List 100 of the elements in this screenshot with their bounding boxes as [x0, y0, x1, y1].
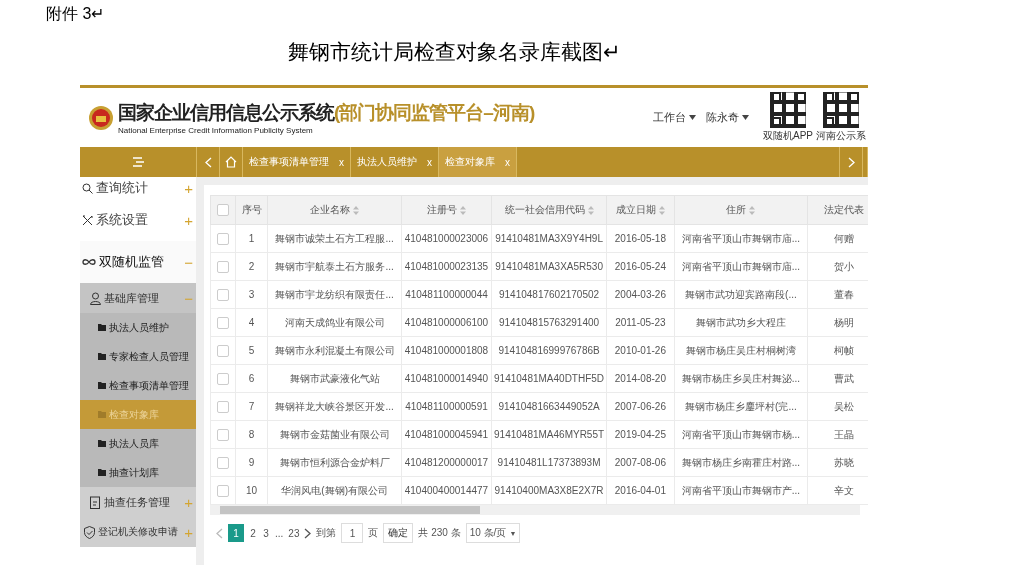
previous-page-button[interactable] — [216, 527, 223, 539]
checkbox[interactable] — [216, 484, 229, 497]
table-cell: 8 — [235, 420, 268, 449]
table-cell: 舞钢祥龙大峡谷景区开发... — [267, 392, 402, 421]
table-cell: 舞钢市武豪液化气站 — [267, 364, 402, 393]
table-cell: 2016-04-01 — [606, 476, 675, 505]
table-cell: 4 — [235, 308, 268, 337]
table-cell: 91410481MA46MYR55T — [491, 420, 607, 449]
column-header[interactable]: 成立日期 — [606, 195, 675, 225]
table-cell: 914104815763291400 — [491, 308, 607, 337]
table-cell: 91410481699976786B — [491, 336, 607, 365]
table-cell: 华润风电(舞钢)有限公司 — [267, 476, 402, 505]
table-cell: 10 — [235, 476, 268, 505]
sort-icon[interactable] — [459, 205, 466, 215]
page-input[interactable]: 1 — [341, 523, 364, 543]
table-cell: 410481000014940 — [401, 364, 492, 393]
checkbox[interactable] — [216, 288, 229, 301]
qr-code-icon — [770, 92, 806, 128]
table-cell: 舞钢市恒利源合金炉料厂 — [267, 448, 402, 477]
menu-icon[interactable] — [132, 157, 144, 167]
sidebar-item[interactable]: 登记机关修改申请 + — [80, 517, 196, 547]
table-cell: 410481000023135 — [401, 252, 492, 281]
sort-icon[interactable] — [749, 205, 756, 215]
table-cell: 9 — [235, 448, 268, 477]
checkbox[interactable] — [216, 456, 229, 469]
table-cell: 河南省平顶山市舞钢市杨... — [674, 420, 808, 449]
page-link[interactable]: ... — [275, 524, 284, 542]
checkbox[interactable] — [216, 232, 229, 245]
checkbox[interactable] — [216, 428, 229, 441]
horizontal-scrollbar[interactable] — [210, 505, 860, 515]
table-cell: 410481100000591 — [401, 392, 492, 421]
sidebar-item[interactable]: 抽查任务管理 + — [80, 487, 196, 517]
column-header[interactable]: 住所 — [674, 195, 808, 225]
checkbox[interactable] — [216, 400, 229, 413]
table-cell: 2004-03-26 — [606, 280, 675, 309]
column-header[interactable]: 注册号 — [401, 195, 492, 225]
user-icon — [90, 291, 101, 305]
table-cell: 410481100000044 — [401, 280, 492, 309]
table-cell: 7 — [235, 392, 268, 421]
caret-icon — [742, 115, 749, 120]
goto-label: 到第 — [316, 526, 337, 540]
table-cell: 舞钢市诚荣土石方工程服... — [267, 224, 402, 253]
table-cell: 5 — [235, 336, 268, 365]
next-page-button[interactable] — [304, 527, 312, 539]
table-cell: 舞钢市金菇菌业有限公司 — [267, 420, 402, 449]
sidebar-item[interactable]: 双随机监管 − — [80, 241, 196, 283]
page-unit: 页 — [368, 526, 379, 540]
scroll-right-button[interactable] — [847, 156, 855, 168]
qr-label: 河南公示系 — [816, 129, 866, 143]
table-cell: 91410481663449052A — [491, 392, 607, 421]
table-cell: 91410481MA40DTHF5D — [491, 364, 607, 393]
folder-icon — [98, 440, 106, 447]
clipboard-icon — [90, 495, 101, 509]
table-cell: 舞钢市杨庄乡南霍庄村路... — [674, 448, 808, 477]
logo-title: 国家企业信用信息公示系统(部门协同监管平台–河南) — [118, 101, 535, 125]
table-cell: 舞钢市宇航泰土石方服务... — [267, 252, 402, 281]
page-link[interactable]: 2 — [249, 524, 257, 542]
qr-label: 双随机APP — [763, 129, 813, 143]
checkbox[interactable] — [216, 204, 229, 217]
table-cell: 舞钢市永利混凝土有限公司 — [267, 336, 402, 365]
table-cell: 91410481MA3XA5R530 — [491, 252, 607, 281]
checkbox[interactable] — [216, 260, 229, 273]
table-cell: 2016-05-18 — [606, 224, 675, 253]
checkbox[interactable] — [216, 344, 229, 357]
table-cell: 河南天成鸽业有限公司 — [267, 308, 402, 337]
folder-icon — [98, 411, 106, 418]
table-cell: 舞钢市宇龙纺织有限责任... — [267, 280, 402, 309]
sidebar-item[interactable]: 执法人员库 — [80, 429, 196, 458]
header-menu[interactable]: 工作台 — [653, 110, 696, 125]
page-link[interactable]: 3 — [262, 524, 270, 542]
folder-icon — [98, 382, 106, 389]
header-menu[interactable]: 陈永奇 — [706, 110, 749, 125]
table-cell: 410481000045941 — [401, 420, 492, 449]
home-icon[interactable] — [225, 156, 237, 168]
sidebar-item[interactable]: 检查事项清单管理 — [80, 371, 196, 400]
column-header[interactable]: 企业名称 — [267, 195, 402, 225]
table-cell: 2016-05-24 — [606, 252, 675, 281]
scroll-left-button[interactable] — [204, 156, 212, 168]
qr-code-icon — [823, 92, 859, 128]
sidebar-item[interactable]: 抽查计划库 — [80, 458, 196, 487]
table-cell: 舞钢市杨庄乡吴庄村舞泌... — [674, 364, 808, 393]
table-cell: 2 — [235, 252, 268, 281]
table-cell: 2010-01-26 — [606, 336, 675, 365]
confirm-button[interactable]: 确定 — [383, 523, 414, 543]
table-cell: 2011-05-23 — [606, 308, 675, 337]
column-header: 序号 — [235, 195, 268, 225]
column-header[interactable]: 统一社会信用代码 — [491, 195, 607, 225]
sort-icon[interactable] — [587, 205, 594, 215]
table-cell: 河南省平顶山市舞钢市庙... — [674, 224, 808, 253]
checkbox[interactable] — [216, 372, 229, 385]
sidebar-item[interactable]: 专家检查人员管理 — [80, 342, 196, 371]
sidebar-item[interactable]: 执法人员维护 — [80, 313, 196, 342]
folder-icon — [98, 469, 106, 476]
sort-icon[interactable] — [353, 205, 360, 215]
sidebar-item[interactable]: 基础库管理 − — [80, 283, 196, 313]
page-link[interactable]: 23 — [288, 524, 300, 542]
checkbox[interactable] — [216, 316, 229, 329]
table-cell: 410400400014477 — [401, 476, 492, 505]
sort-icon[interactable] — [658, 205, 665, 215]
table-cell: 914104817602170502 — [491, 280, 607, 309]
